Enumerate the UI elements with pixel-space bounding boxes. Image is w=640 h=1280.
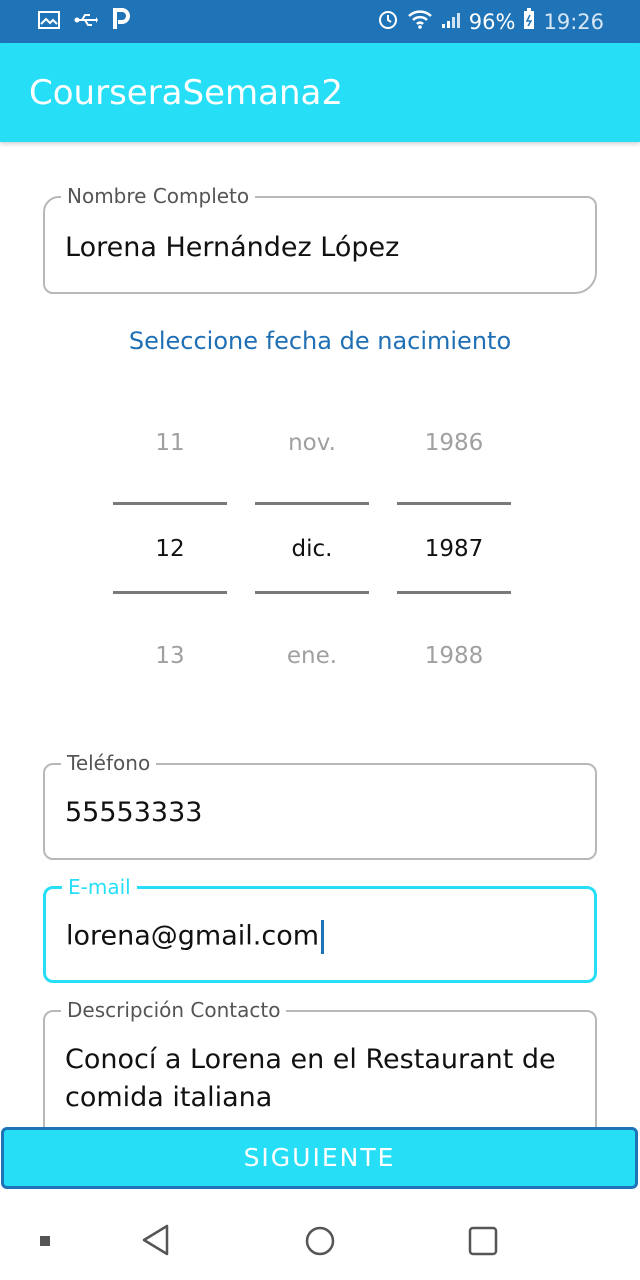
- email-field[interactable]: E-mail lorena@gmail.com: [43, 875, 597, 983]
- year-divider-bottom: [397, 591, 511, 594]
- navigation-bar: [0, 1192, 640, 1280]
- nav-dot-icon: [40, 1236, 50, 1246]
- description-line-2: comida italiana: [65, 1082, 273, 1113]
- p-app-icon: [112, 8, 130, 35]
- battery-percent: 96%: [468, 9, 516, 34]
- full-name-field[interactable]: Nombre Completo Lorena Hernández López: [43, 184, 597, 294]
- full-name-label: Nombre Completo: [61, 184, 256, 208]
- month-prev[interactable]: nov.: [255, 430, 369, 456]
- status-bar: 96% 19:26: [0, 0, 640, 43]
- month-selected[interactable]: dic.: [255, 536, 369, 562]
- phone-field[interactable]: Teléfono 55553333: [43, 751, 597, 860]
- email-label: E-mail: [62, 875, 137, 899]
- usb-icon: [74, 10, 98, 34]
- next-button[interactable]: SIGUIENTE: [1, 1127, 638, 1189]
- app-title: CourseraSemana2: [29, 73, 343, 113]
- month-next[interactable]: ene.: [255, 643, 369, 669]
- battery-icon: [523, 8, 535, 35]
- wifi-icon: [407, 9, 433, 34]
- email-value-wrapper: lorena@gmail.com: [66, 920, 325, 954]
- month-divider-bottom: [255, 591, 369, 594]
- birth-date-link[interactable]: Seleccione fecha de nacimiento: [0, 327, 640, 355]
- text-cursor: [321, 920, 325, 954]
- day-divider-top: [113, 502, 227, 505]
- app-bar: CourseraSemana2: [0, 43, 640, 142]
- full-name-value: Lorena Hernández López: [65, 232, 400, 263]
- image-icon: [38, 10, 60, 34]
- description-field[interactable]: Descripción Contacto Conocí a Lorena en …: [43, 998, 597, 1140]
- email-value: lorena@gmail.com: [66, 920, 320, 952]
- clock: 19:26: [543, 9, 604, 34]
- recents-icon[interactable]: [468, 1226, 498, 1260]
- phone-label: Teléfono: [61, 751, 157, 775]
- back-icon[interactable]: [141, 1224, 171, 1260]
- day-divider-bottom: [113, 591, 227, 594]
- signal-icon: [441, 10, 461, 34]
- day-prev[interactable]: 11: [113, 430, 227, 456]
- alarm-icon: [377, 8, 399, 35]
- year-prev[interactable]: 1986: [397, 430, 511, 456]
- year-next[interactable]: 1988: [397, 643, 511, 669]
- year-divider-top: [397, 502, 511, 505]
- day-next[interactable]: 13: [113, 643, 227, 669]
- home-icon[interactable]: [304, 1225, 336, 1261]
- year-selected[interactable]: 1987: [397, 536, 511, 562]
- day-selected[interactable]: 12: [113, 536, 227, 562]
- phone-value: 55553333: [65, 797, 203, 828]
- description-label: Descripción Contacto: [61, 998, 287, 1022]
- description-line-1: Conocí a Lorena en el Restaurant de: [65, 1044, 556, 1075]
- month-divider-top: [255, 502, 369, 505]
